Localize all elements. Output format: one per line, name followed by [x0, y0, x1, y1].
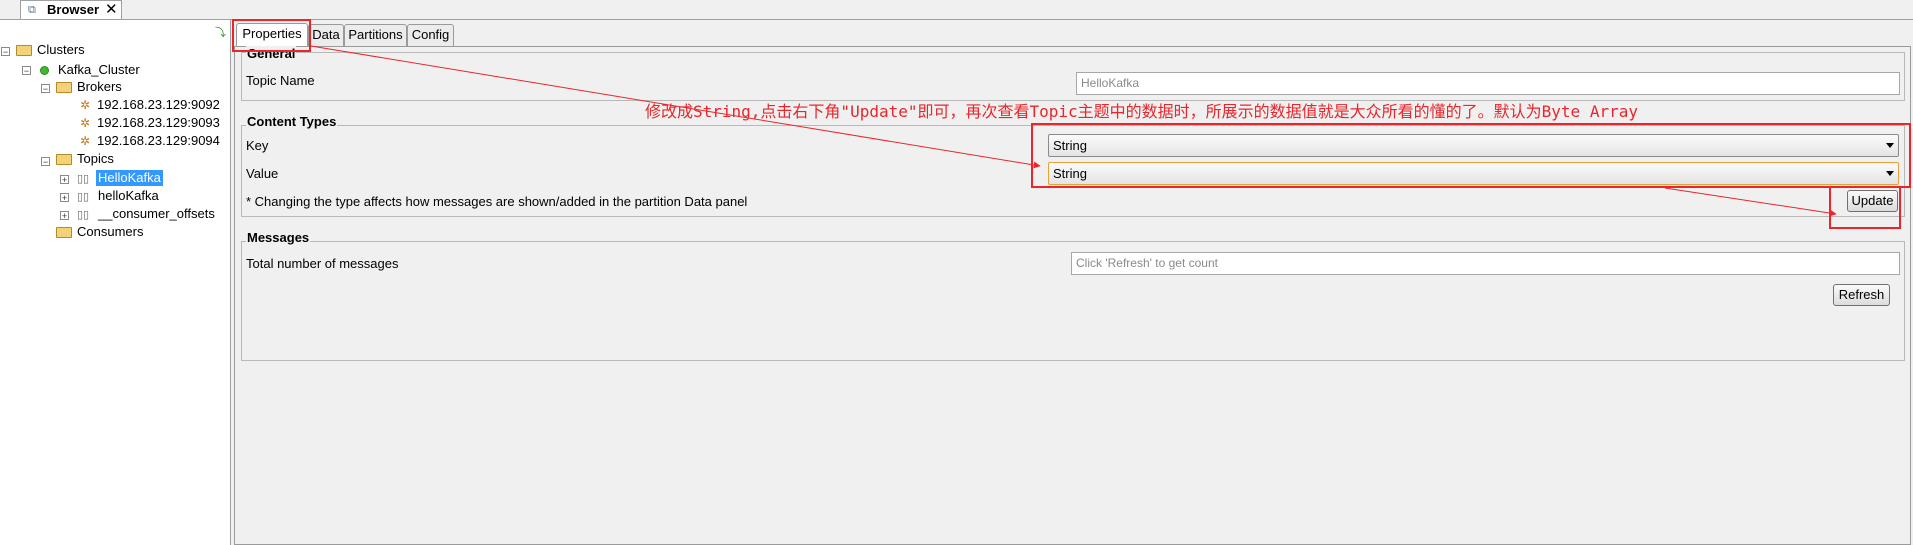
topic-name-label: Topic Name [246, 73, 315, 88]
annotation-text: 修改成String,点击右下角"Update"即可，再次查看Topic主题中的数… [645, 102, 1638, 121]
highlight-properties-tab [232, 19, 311, 52]
tree-node-topic[interactable]: helloKafka [98, 188, 159, 204]
key-type-label: Key [246, 138, 269, 153]
expand-toggle-icon[interactable]: + [60, 175, 69, 185]
browser-view-tab[interactable]: ⧉ Browser ✕ [20, 0, 122, 19]
highlight-update-button [1829, 186, 1901, 229]
tab-partitions[interactable]: Partitions [344, 24, 407, 46]
total-messages-field[interactable]: Click 'Refresh' to get count [1071, 252, 1900, 275]
topic-book-icon: ▯▯ [77, 209, 90, 221]
content-type-note: * Changing the type affects how messages… [246, 194, 748, 209]
value-type-label: Value [246, 166, 279, 181]
tree-node-broker[interactable]: 192.168.23.129:9094 [97, 133, 220, 149]
tab-config[interactable]: Config [407, 24, 454, 46]
expand-toggle-icon[interactable]: + [60, 193, 69, 203]
topic-name-field[interactable]: HelloKafka [1076, 72, 1900, 95]
pane-splitter[interactable] [230, 20, 231, 545]
folder-open-icon [16, 45, 32, 56]
collapse-toggle-icon[interactable]: − [41, 157, 50, 167]
total-messages-label: Total number of messages [246, 256, 399, 271]
collapse-toggle-icon[interactable]: − [41, 84, 50, 94]
view-tab-bar [0, 0, 1913, 20]
topic-book-icon: ▯▯ [77, 191, 90, 203]
tree-node-topic-selected[interactable]: HelloKafka [96, 170, 163, 186]
folder-open-icon [56, 82, 72, 93]
broker-gear-icon: ✲ [80, 98, 91, 112]
tree-node-brokers[interactable]: Brokers [77, 79, 122, 95]
folder-open-icon [56, 154, 72, 165]
topic-book-icon: ▯▯ [77, 173, 90, 185]
tab-data[interactable]: Data [308, 24, 344, 46]
folder-icon [56, 227, 72, 238]
broker-gear-icon: ✲ [80, 116, 91, 130]
tree-node-topic[interactable]: __consumer_offsets [98, 206, 215, 222]
close-icon[interactable]: ✕ [105, 0, 118, 18]
tree-node-clusters[interactable]: Clusters [37, 42, 85, 58]
messages-group-title: Messages [246, 230, 311, 245]
expand-toggle-icon[interactable]: + [60, 211, 69, 221]
tree-node-broker[interactable]: 192.168.23.129:9093 [97, 115, 220, 131]
tree-node-kafka-cluster[interactable]: Kafka_Cluster [58, 62, 140, 78]
tree-node-consumers[interactable]: Consumers [77, 224, 143, 240]
refresh-button[interactable]: Refresh [1833, 284, 1890, 306]
collapse-all-icon[interactable]: ⤵ [215, 24, 226, 40]
tree-node-topics[interactable]: Topics [77, 151, 114, 167]
browser-view-title: Browser [47, 2, 100, 17]
cluster-online-icon [40, 66, 49, 75]
cluster-tree-panel: − Clusters − Kafka_Cluster − Brokers ✲ 1… [0, 20, 230, 545]
content-types-group-title: Content Types [246, 114, 338, 129]
collapse-toggle-icon[interactable]: − [22, 66, 31, 76]
browser-icon: ⧉ [28, 4, 36, 16]
collapse-toggle-icon[interactable]: − [1, 47, 10, 57]
highlight-type-selects [1031, 123, 1911, 188]
tree-node-broker[interactable]: 192.168.23.129:9092 [97, 97, 220, 113]
broker-gear-icon: ✲ [80, 134, 91, 148]
